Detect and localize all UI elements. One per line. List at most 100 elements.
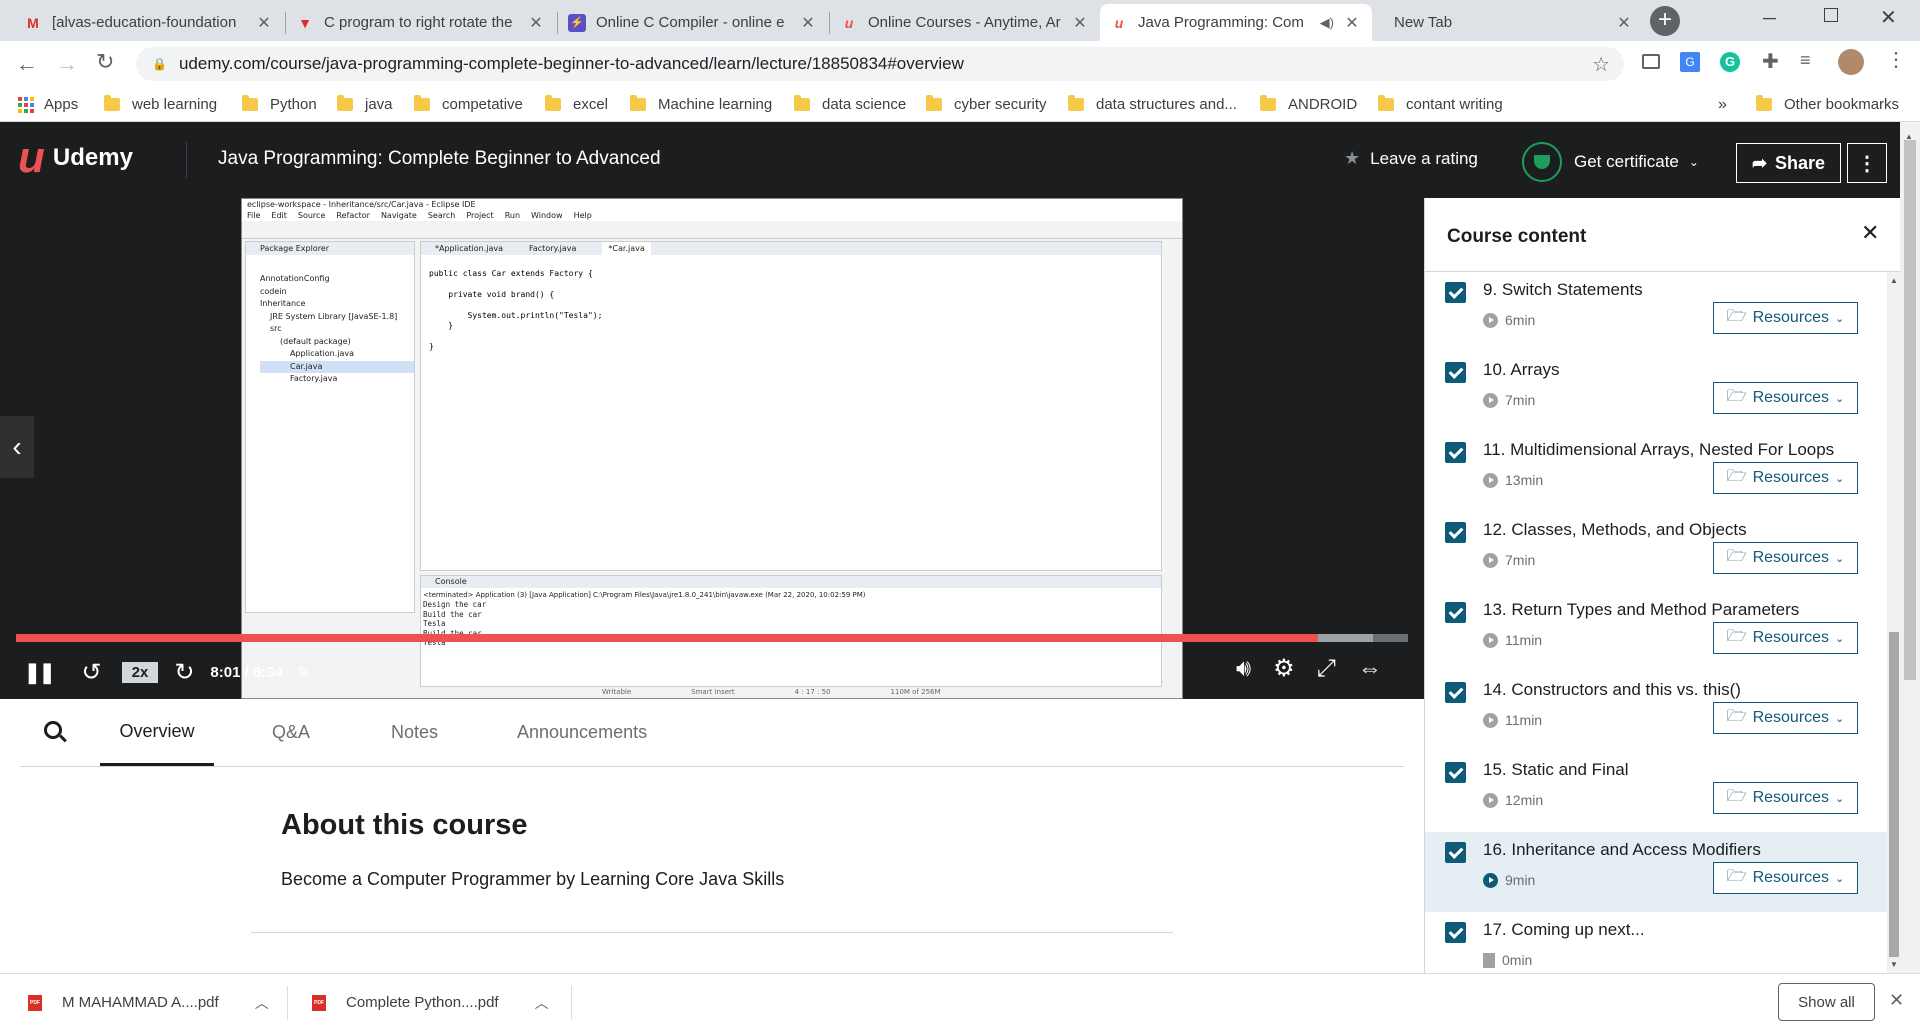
previous-lecture-button[interactable]: ‹ <box>0 416 34 478</box>
browser-tab[interactable]: ▼ C program to right rotate the ✕ <box>286 4 556 41</box>
translate-icon[interactable]: G <box>1680 52 1700 72</box>
lecture-item[interactable]: 14. Constructors and this vs. this() 11m… <box>1425 672 1887 752</box>
avatar[interactable] <box>1838 49 1864 75</box>
bookmark-folder[interactable]: excel <box>545 87 608 122</box>
progress-track[interactable] <box>16 634 1408 642</box>
lecture-item[interactable]: 17. Coming up next... 0min <box>1425 912 1887 973</box>
leave-rating-button[interactable]: ★ Leave a rating <box>1344 148 1478 169</box>
bookmark-folder[interactable]: data structures and... <box>1068 87 1237 122</box>
lecture-item[interactable]: 13. Return Types and Method Parameters 1… <box>1425 592 1887 672</box>
lecture-item[interactable]: 11. Multidimensional Arrays, Nested For … <box>1425 432 1887 512</box>
window-close-button[interactable]: ✕ <box>1880 5 1897 30</box>
close-icon[interactable]: ✕ <box>1342 13 1362 33</box>
playback-speed-button[interactable]: 2x <box>121 662 159 683</box>
checkbox[interactable] <box>1445 442 1466 463</box>
browser-tab[interactable]: u Online Courses - Anytime, Ar ✕ <box>830 4 1100 41</box>
tab-notes[interactable]: Notes <box>391 699 438 766</box>
maximize-button[interactable] <box>1824 8 1838 22</box>
forward-icon[interactable]: ↻ <box>174 658 194 687</box>
close-icon[interactable]: ✕ <box>1861 220 1879 246</box>
bookmark-folder[interactable]: contant writing <box>1378 87 1503 122</box>
get-certificate-button[interactable]: Get certificate ⌄ <box>1522 142 1699 182</box>
close-icon[interactable]: ✕ <box>798 13 818 33</box>
browser-menu-icon[interactable]: ⋮ <box>1886 47 1906 72</box>
share-button[interactable]: ➦ Share <box>1736 143 1841 183</box>
resources-button[interactable]: 🗁 Resources ⌄ <box>1713 542 1858 574</box>
bookmark-folder[interactable]: cyber security <box>926 87 1047 122</box>
grammarly-icon[interactable]: G <box>1720 52 1740 72</box>
reload-button[interactable]: ↻ <box>96 49 114 75</box>
checkbox[interactable] <box>1445 762 1466 783</box>
download-item[interactable]: PDF Complete Python....pdf ︿ <box>312 974 549 1031</box>
checkbox[interactable] <box>1445 922 1466 943</box>
video-player[interactable]: eclipse-workspace - Inheritance/src/Car.… <box>0 198 1424 699</box>
course-title[interactable]: Java Programming: Complete Beginner to A… <box>218 148 661 170</box>
forward-button[interactable]: → <box>56 51 78 77</box>
chevron-up-icon[interactable]: ︿ <box>255 993 269 1013</box>
settings-gear-icon[interactable]: ⚙ <box>1273 654 1295 683</box>
resources-button[interactable]: 🗁 Resources ⌄ <box>1713 302 1858 334</box>
close-icon[interactable]: ✕ <box>526 13 546 33</box>
speaker-icon[interactable]: ◀) <box>1320 15 1334 31</box>
checkbox[interactable] <box>1445 362 1466 383</box>
lecture-item[interactable]: 15. Static and Final 12min 🗁 Resources ⌄ <box>1425 752 1887 832</box>
lecture-item-current[interactable]: 16. Inheritance and Access Modifiers 9mi… <box>1425 832 1887 912</box>
back-button[interactable]: ← <box>16 51 38 77</box>
chevron-up-icon[interactable]: ︿ <box>535 993 549 1013</box>
browser-tab-active[interactable]: u Java Programming: Com ◀) ✕ <box>1100 4 1372 41</box>
url-text[interactable]: udemy.com/course/java-programming-comple… <box>179 54 964 74</box>
more-options-button[interactable]: ⋮ <box>1847 143 1887 183</box>
minimize-button[interactable]: ─ <box>1763 8 1776 29</box>
search-icon[interactable] <box>44 721 67 743</box>
expand-icon[interactable]: ⇔ <box>1358 655 1382 683</box>
extensions-icon[interactable]: ✚ <box>1762 49 1779 74</box>
close-icon[interactable]: ✕ <box>1070 13 1090 33</box>
resources-button[interactable]: 🗁 Resources ⌄ <box>1713 782 1858 814</box>
resources-button[interactable]: 🗁 Resources ⌄ <box>1713 702 1858 734</box>
pause-icon[interactable]: ❚❚ <box>24 660 55 685</box>
lecture-item[interactable]: 9. Switch Statements 6min 🗁 Resources ⌄ <box>1425 272 1887 352</box>
bookmarks-overflow[interactable]: » <box>1718 87 1727 122</box>
browser-tab[interactable]: New Tab ✕ <box>1374 4 1644 41</box>
cast-icon[interactable] <box>1642 54 1660 69</box>
lecture-item[interactable]: 10. Arrays 7min 🗁 Resources ⌄ <box>1425 352 1887 432</box>
rewind-icon[interactable]: ↺ <box>82 658 102 687</box>
close-icon[interactable]: ✕ <box>254 13 274 33</box>
resources-button[interactable]: 🗁 Resources ⌄ <box>1713 462 1858 494</box>
other-bookmarks[interactable]: Other bookmarks <box>1756 87 1899 122</box>
bookmark-folder[interactable]: Python <box>242 87 317 122</box>
bookmark-star-icon[interactable]: ☆ <box>1592 52 1610 77</box>
lecture-item[interactable]: 12. Classes, Methods, and Objects 7min 🗁… <box>1425 512 1887 592</box>
volume-icon[interactable]: 🔊︎ <box>1236 655 1251 683</box>
resources-button[interactable]: 🗁 Resources ⌄ <box>1713 382 1858 414</box>
fullscreen-icon[interactable]: ⤢ <box>1317 655 1336 683</box>
page-scrollbar[interactable]: ▲ <box>1900 122 1920 973</box>
udemy-logo[interactable]: u Udemy <box>18 136 133 180</box>
checkbox[interactable] <box>1445 842 1466 863</box>
checkbox[interactable] <box>1445 682 1466 703</box>
bookmark-folder[interactable]: web learning <box>104 87 217 122</box>
tab-announcements[interactable]: Announcements <box>517 699 647 766</box>
close-icon[interactable]: ✕ <box>1889 990 1904 1011</box>
bookmark-folder[interactable]: java <box>337 87 393 122</box>
new-tab-button[interactable]: + <box>1650 6 1680 36</box>
checkbox[interactable] <box>1445 282 1466 303</box>
checkbox[interactable] <box>1445 522 1466 543</box>
download-item[interactable]: PDF M MAHAMMAD A....pdf ︿ <box>28 974 269 1031</box>
browser-tab[interactable]: M [alvas-education-foundation ✕ <box>14 4 284 41</box>
tab-qa[interactable]: Q&A <box>272 699 310 766</box>
resources-button[interactable]: 🗁 Resources ⌄ <box>1713 862 1858 894</box>
resources-button[interactable]: 🗁 Resources ⌄ <box>1713 622 1858 654</box>
bookmark-folder[interactable]: Machine learning <box>630 87 772 122</box>
sidebar-scrollbar[interactable]: ▲ ▼ <box>1887 272 1901 973</box>
bookmark-folder[interactable]: competative <box>414 87 523 122</box>
tab-overview[interactable]: Overview <box>100 699 214 766</box>
bookmark-apps[interactable]: Apps <box>18 87 78 122</box>
notes-icon[interactable]: ✎ <box>297 663 310 683</box>
media-control-icon[interactable]: ≡ <box>1800 50 1811 71</box>
bookmark-folder[interactable]: ANDROID <box>1260 87 1357 122</box>
show-all-button[interactable]: Show all <box>1778 983 1875 1021</box>
checkbox[interactable] <box>1445 602 1466 623</box>
address-bar[interactable]: 🔒 udemy.com/course/java-programming-comp… <box>136 47 1624 81</box>
browser-tab[interactable]: ⚡ Online C Compiler - online e ✕ <box>558 4 828 41</box>
